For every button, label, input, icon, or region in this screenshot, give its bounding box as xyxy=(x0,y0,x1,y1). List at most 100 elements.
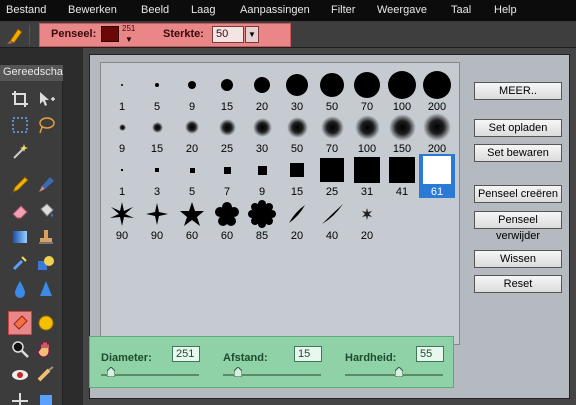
brush-preset-1[interactable]: 1 xyxy=(104,69,140,115)
brush-preset-size-label: 60 xyxy=(185,230,199,242)
more-button[interactable]: MEER.. xyxy=(474,82,562,100)
menu-layer[interactable]: Laag xyxy=(191,4,215,16)
gradient-tool-icon[interactable] xyxy=(8,225,32,249)
brush-preset-14[interactable]: 25 xyxy=(209,111,245,157)
brush-preset-size-label: 90 xyxy=(150,230,164,242)
sharpen-tool-icon[interactable] xyxy=(34,277,58,301)
leaf-stroke-icon xyxy=(279,198,315,230)
blur-tool-icon[interactable] xyxy=(8,277,32,301)
create-brush-button[interactable]: Penseel creëren xyxy=(474,185,562,203)
strength-dropdown-icon[interactable]: ▼ xyxy=(245,26,259,43)
red-eye-tool-icon[interactable] xyxy=(8,363,32,387)
brush-preset-3[interactable]: 9 xyxy=(174,69,210,115)
brush-preset-29[interactable]: 41 xyxy=(384,154,420,200)
sponge-tool-icon[interactable] xyxy=(34,311,58,335)
load-set-button[interactable]: Set opladen xyxy=(474,119,562,137)
brush-dropdown-arrow-icon[interactable]: ▼ xyxy=(125,35,133,44)
reset-button[interactable]: Reset xyxy=(474,275,562,293)
zoom-tool-icon[interactable] xyxy=(8,337,32,361)
brush-preset-5[interactable]: 20 xyxy=(244,69,280,115)
brush-preset-6[interactable]: 30 xyxy=(279,69,315,115)
brush-preset-11[interactable]: 9 xyxy=(104,111,140,157)
brush-tool-preset-icon[interactable] xyxy=(4,25,30,45)
menu-help[interactable]: Help xyxy=(494,4,517,16)
clear-button[interactable]: Wissen xyxy=(474,250,562,268)
brush-preset-27[interactable]: 25 xyxy=(314,154,350,200)
brush-preset-13[interactable]: 20 xyxy=(174,111,210,157)
brush-preset-33[interactable]: 60 xyxy=(174,198,210,244)
magic-wand-icon[interactable] xyxy=(8,139,32,163)
picker-tool-icon[interactable] xyxy=(8,389,32,405)
brush-preset-35[interactable]: 85 xyxy=(244,198,280,244)
marquee-tool-icon[interactable] xyxy=(8,113,32,137)
hardness-slider-track[interactable] xyxy=(345,374,443,376)
shape-tool-icon[interactable] xyxy=(34,251,58,275)
brush-preset-12[interactable]: 15 xyxy=(139,111,175,157)
hardness-input[interactable]: 55 xyxy=(416,346,444,362)
menu-filter[interactable]: Filter xyxy=(331,4,355,16)
hard-round-brush-icon xyxy=(174,69,210,101)
brush-preset-28[interactable]: 31 xyxy=(349,154,385,200)
clone-stamp-icon[interactable] xyxy=(34,225,58,249)
brush-preset-30[interactable]: 61 xyxy=(419,154,455,200)
brush-preset-4[interactable]: 15 xyxy=(209,69,245,115)
brush-preset-26[interactable]: 15 xyxy=(279,154,315,200)
brush-preset-7[interactable]: 50 xyxy=(314,69,350,115)
four-point-star-icon xyxy=(139,198,175,230)
menu-edit[interactable]: Bewerken xyxy=(68,4,117,16)
colorize-brush-icon[interactable] xyxy=(8,311,32,335)
brush-preset-17[interactable]: 70 xyxy=(314,111,350,157)
brush-preset-22[interactable]: 3 xyxy=(139,154,175,200)
lasso-tool-icon[interactable] xyxy=(34,113,58,137)
menu-file[interactable]: Bestand xyxy=(6,4,46,16)
soft-round-brush-icon xyxy=(314,111,350,143)
crop-tool-icon[interactable] xyxy=(8,87,32,111)
menu-language[interactable]: Taal xyxy=(451,4,471,16)
strength-input[interactable]: 50 xyxy=(212,26,244,43)
delete-brush-button[interactable]: Penseel verwijder xyxy=(474,211,562,242)
brush-preset-2[interactable]: 5 xyxy=(139,69,175,115)
eraser-tool-icon[interactable] xyxy=(8,199,32,223)
brush-preset-19[interactable]: 150 xyxy=(384,111,420,157)
brush-preset-32[interactable]: 90 xyxy=(139,198,175,244)
brush-preset-31[interactable]: 90 xyxy=(104,198,140,244)
brush-preset-9[interactable]: 100 xyxy=(384,69,420,115)
replace-color-icon[interactable] xyxy=(8,251,32,275)
diameter-slider-track[interactable] xyxy=(101,374,199,376)
brush-preset-20[interactable]: 200 xyxy=(419,111,455,157)
menu-adjustments[interactable]: Aanpassingen xyxy=(240,4,310,16)
brush-preset-37[interactable]: 40 xyxy=(314,198,350,244)
save-set-button[interactable]: Set bewaren xyxy=(474,144,562,162)
diameter-input[interactable]: 251 xyxy=(172,346,200,362)
brush-tool-icon[interactable] xyxy=(34,173,58,197)
brush-preset-36[interactable]: 20 xyxy=(279,198,315,244)
brush-preset-15[interactable]: 30 xyxy=(244,111,280,157)
brush-preset-38[interactable]: 20 xyxy=(349,198,385,244)
menu-view[interactable]: Beeld xyxy=(141,4,169,16)
hardness-slider-thumb[interactable] xyxy=(394,366,404,378)
brush-preset-23[interactable]: 5 xyxy=(174,154,210,200)
brush-preset-8[interactable]: 70 xyxy=(349,69,385,115)
brush-preset-25[interactable]: 9 xyxy=(244,154,280,200)
menu-display[interactable]: Weergave xyxy=(377,4,427,16)
hand-tool-icon[interactable] xyxy=(34,337,58,361)
spacing-input[interactable]: 15 xyxy=(294,346,322,362)
brush-preset-16[interactable]: 50 xyxy=(279,111,315,157)
brush-preset-10[interactable]: 200 xyxy=(419,69,455,115)
brush-preset-34[interactable]: 60 xyxy=(209,198,245,244)
fill-bucket-icon[interactable] xyxy=(34,199,58,223)
brush-preset-24[interactable]: 7 xyxy=(209,154,245,200)
brush-preset-21[interactable]: 1 xyxy=(104,154,140,200)
pencil-tool-icon[interactable] xyxy=(8,173,32,197)
square-brush-icon xyxy=(174,154,210,186)
adjust-tool-icon[interactable] xyxy=(34,389,58,405)
square-brush-icon xyxy=(139,154,175,186)
diameter-slider-thumb[interactable] xyxy=(106,366,116,378)
brush-preset-18[interactable]: 100 xyxy=(349,111,385,157)
brush-preset-size-label: 9 xyxy=(258,186,266,198)
flower-icon xyxy=(209,198,245,230)
text-tool-icon[interactable] xyxy=(34,363,58,387)
brush-preview-swatch[interactable] xyxy=(101,26,119,42)
move-tool-icon[interactable] xyxy=(34,87,58,111)
spacing-slider-thumb[interactable] xyxy=(233,366,243,378)
